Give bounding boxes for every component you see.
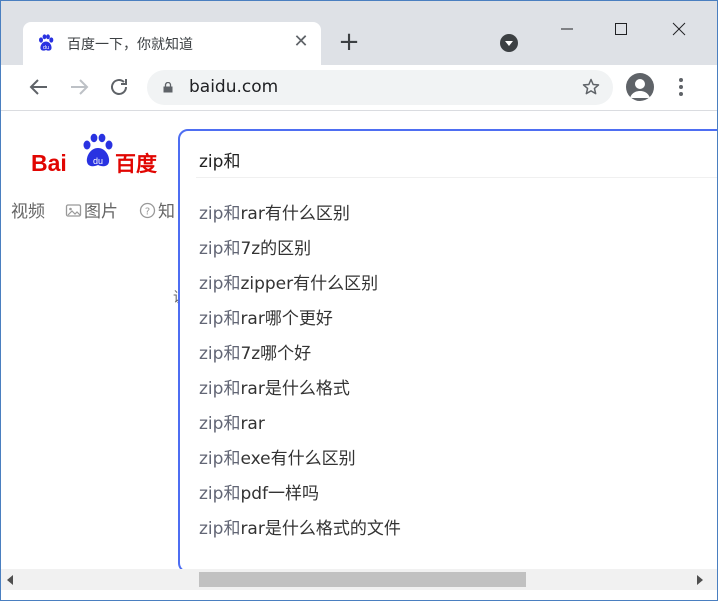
suggestion-item[interactable]: zip和exe有什么区别 bbox=[199, 444, 356, 469]
suggestion-item[interactable]: zip和rar是什么格式的文件 bbox=[199, 514, 401, 539]
tab-close-icon[interactable]: ✕ bbox=[293, 33, 309, 51]
suggestion-rest: pdf一样吗 bbox=[240, 484, 320, 504]
suggestion-prefix: zip和 bbox=[199, 449, 241, 469]
search-input[interactable]: zip和 bbox=[199, 147, 240, 172]
suggestion-item[interactable]: zip和7z的区别 bbox=[199, 234, 311, 259]
tab-strip: du 百度一下，你就知道 ✕ + bbox=[1, 1, 717, 65]
tab-baidu[interactable]: du 百度一下，你就知道 ✕ bbox=[23, 22, 321, 65]
browser-toolbar: baidu.com bbox=[1, 65, 717, 111]
scroll-left-arrow-icon[interactable] bbox=[7, 575, 13, 585]
suggestion-item[interactable]: zip和rar是什么格式 bbox=[199, 374, 350, 399]
svg-text:du: du bbox=[43, 45, 49, 51]
suggestion-prefix: zip和 bbox=[199, 344, 241, 364]
tab-search-dropdown-icon[interactable] bbox=[500, 34, 518, 52]
suggestion-rest: zipper有什么区别 bbox=[240, 274, 379, 294]
suggestion-rest: 7z哪个好 bbox=[240, 344, 312, 364]
lock-icon bbox=[163, 82, 173, 93]
suggestion-item[interactable]: zip和rar bbox=[199, 409, 265, 434]
svg-text:Bai: Bai bbox=[31, 150, 67, 176]
suggestion-rest: rar bbox=[240, 414, 265, 434]
url-text: baidu.com bbox=[189, 77, 279, 97]
forward-arrow-icon[interactable] bbox=[67, 75, 91, 99]
back-arrow-icon[interactable] bbox=[27, 75, 51, 99]
reload-icon[interactable] bbox=[107, 75, 131, 99]
minimize-icon[interactable] bbox=[559, 21, 575, 37]
close-window-icon[interactable] bbox=[671, 21, 687, 37]
horizontal-scrollbar[interactable] bbox=[1, 569, 717, 590]
maximize-icon[interactable] bbox=[613, 21, 629, 37]
suggestion-item[interactable]: zip和pdf一样吗 bbox=[199, 479, 319, 504]
question-icon: ? bbox=[139, 202, 156, 219]
more-menu-icon[interactable] bbox=[671, 75, 691, 99]
suggestion-rest: rar哪个更好 bbox=[240, 309, 333, 329]
svg-text:百度: 百度 bbox=[115, 152, 157, 176]
suggestion-prefix: zip和 bbox=[199, 519, 241, 539]
suggestion-rest: rar是什么格式 bbox=[240, 379, 350, 399]
svg-text:?: ? bbox=[145, 207, 150, 218]
suggestion-prefix: zip和 bbox=[199, 204, 241, 224]
nav-images-label: 图片 bbox=[84, 202, 118, 222]
nav-zhidao[interactable]: ? 知 bbox=[139, 197, 175, 222]
suggestion-rest: rar是什么格式的文件 bbox=[240, 519, 401, 539]
page-content: Bai du 百度 视频 图片 ?知 说 zip和 zip和rar有什么区别zi… bbox=[1, 111, 717, 569]
new-tab-button[interactable]: + bbox=[337, 29, 361, 55]
suggestion-item[interactable]: zip和rar有什么区别 bbox=[199, 199, 350, 224]
image-icon bbox=[65, 204, 82, 217]
suggestion-prefix: zip和 bbox=[199, 379, 241, 399]
suggestion-item[interactable]: zip和7z哪个好 bbox=[199, 339, 311, 364]
baidu-logo[interactable]: Bai du 百度 bbox=[31, 131, 161, 177]
suggestion-prefix: zip和 bbox=[199, 414, 241, 434]
browser-window: du 百度一下，你就知道 ✕ + baidu.com Bai du 百度 视频 … bbox=[0, 0, 718, 601]
suggestion-rest: rar有什么区别 bbox=[240, 204, 350, 224]
svg-text:du: du bbox=[93, 156, 103, 166]
baidu-paw-icon: du bbox=[39, 34, 54, 51]
profile-avatar[interactable] bbox=[626, 73, 654, 101]
search-divider bbox=[196, 177, 717, 178]
search-box[interactable]: zip和 zip和rar有什么区别 zip和7z的区别 zip和zipper有什么区… bbox=[178, 129, 717, 569]
nav-images[interactable]: 图片 bbox=[65, 197, 118, 222]
suggestion-prefix: zip和 bbox=[199, 484, 241, 504]
nav-video[interactable]: 视频 bbox=[11, 197, 45, 222]
suggestion-rest: exe有什么区别 bbox=[240, 449, 356, 469]
suggestion-prefix: zip和 bbox=[199, 309, 241, 329]
suggestion-prefix: zip和 bbox=[199, 239, 241, 259]
nav-zhidao-label: 知 bbox=[158, 202, 175, 222]
suggestion-prefix: zip和 bbox=[199, 274, 241, 294]
suggestion-rest: 7z的区别 bbox=[240, 239, 312, 259]
scroll-right-arrow-icon[interactable] bbox=[697, 575, 703, 585]
tab-title: 百度一下，你就知道 bbox=[67, 37, 193, 53]
suggestion-item[interactable]: zip和zipper有什么区别 bbox=[199, 269, 378, 294]
scrollbar-thumb[interactable] bbox=[199, 572, 526, 587]
user-icon bbox=[630, 79, 650, 98]
suggestion-item[interactable]: zip和rar哪个更好 bbox=[199, 304, 333, 329]
address-bar[interactable]: baidu.com bbox=[147, 70, 613, 105]
bookmark-star-icon[interactable] bbox=[581, 77, 601, 97]
